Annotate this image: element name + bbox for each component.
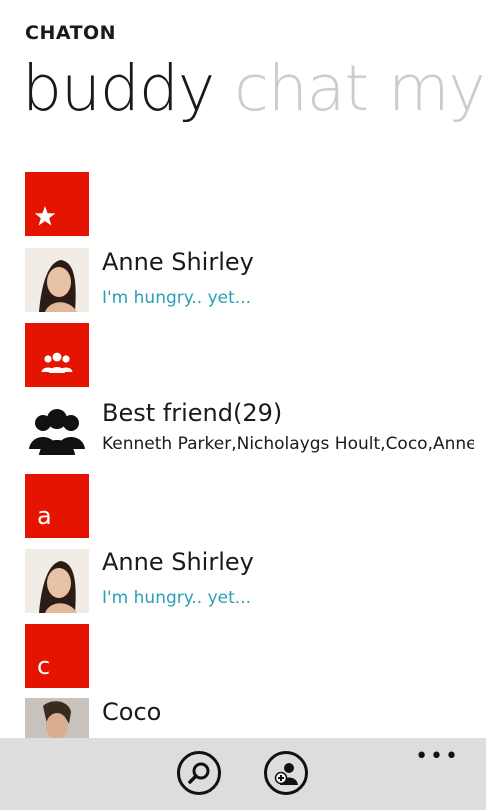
tab-chat[interactable]: chat bbox=[234, 52, 369, 125]
star-icon bbox=[34, 206, 56, 226]
section-tile-c: c bbox=[25, 624, 89, 688]
contact-status: I'm hungry.. yet... bbox=[102, 588, 251, 608]
avatar bbox=[25, 549, 89, 613]
pivot-header: buddy chat my bbox=[22, 52, 486, 125]
contact-name: Anne Shirley bbox=[102, 548, 254, 576]
group-icon bbox=[41, 352, 73, 373]
group-name: Best friend(29) bbox=[102, 399, 283, 427]
avatar bbox=[25, 698, 89, 738]
contact-name: Anne Shirley bbox=[102, 248, 254, 276]
section-tile-a: a bbox=[25, 474, 89, 538]
contact-status: I'm hungry.. yet... bbox=[102, 288, 251, 308]
section-letter: c bbox=[37, 652, 51, 680]
app-bar: ••• bbox=[0, 738, 486, 810]
tab-my[interactable]: my bbox=[388, 52, 486, 125]
add-buddy-button[interactable] bbox=[264, 751, 308, 795]
groups-section-tile bbox=[25, 323, 89, 387]
search-icon bbox=[188, 762, 210, 784]
avatar bbox=[25, 248, 89, 312]
app-title: CHATON bbox=[25, 22, 117, 44]
favorites-section-tile bbox=[25, 172, 89, 236]
search-button[interactable] bbox=[177, 751, 221, 795]
group-avatar-icon bbox=[25, 399, 89, 463]
group-members: Kenneth Parker,Nicholaygs Hoult,Coco,Ann… bbox=[102, 434, 474, 454]
more-options-button[interactable]: ••• bbox=[415, 744, 460, 769]
section-letter: a bbox=[37, 502, 52, 530]
add-buddy-icon bbox=[274, 763, 298, 785]
tab-buddy[interactable]: buddy bbox=[22, 52, 215, 125]
contact-name: Coco bbox=[102, 698, 162, 726]
